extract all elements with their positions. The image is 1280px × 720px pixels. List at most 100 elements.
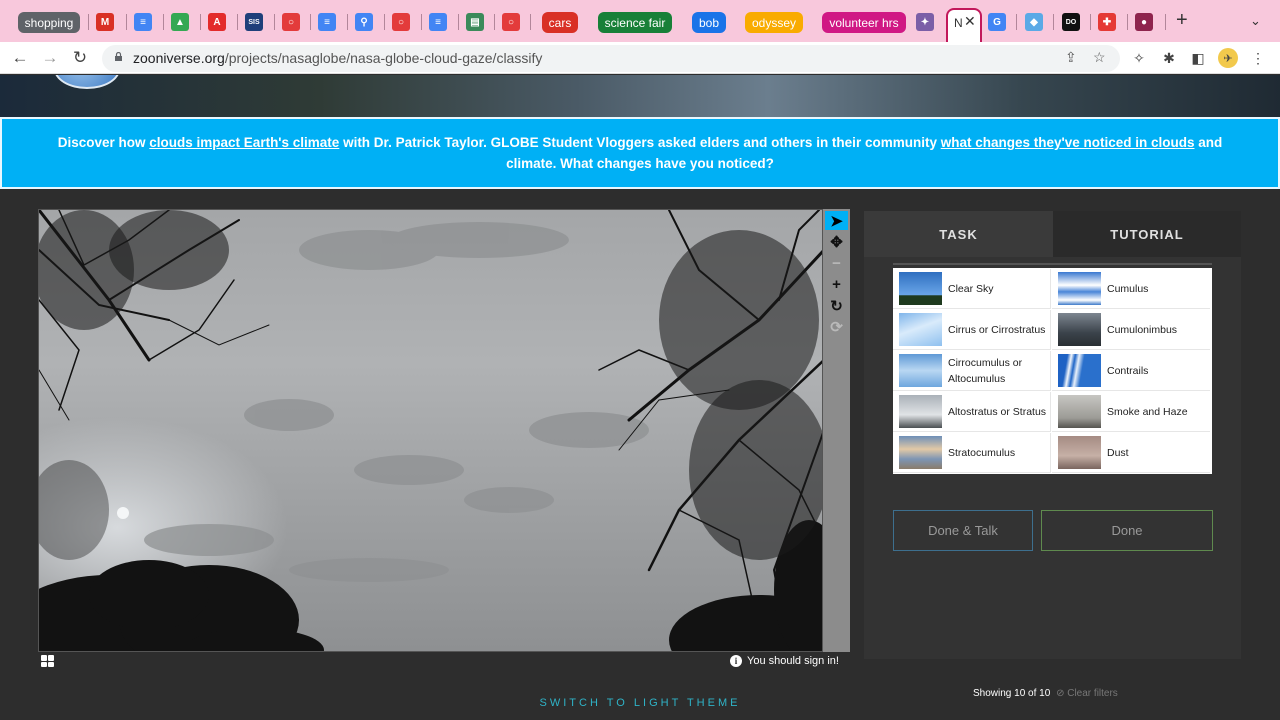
loading-ring-icon[interactable]: ○ (502, 13, 520, 31)
bookmark-star-icon[interactable]: ☆ (1093, 49, 1106, 66)
contrails-thumbnail (1058, 354, 1101, 387)
choice-stratocumulus[interactable]: Stratocumulus (893, 433, 1051, 473)
google-docs-icon[interactable]: ≡ (134, 13, 152, 31)
choice-clear-sky[interactable]: Clear Sky (893, 269, 1051, 309)
medical-cross-icon[interactable]: ✚ (1098, 13, 1116, 31)
reload-icon[interactable]: ↻ (68, 46, 92, 70)
loading-ring-icon[interactable]: ○ (392, 13, 410, 31)
tab-group-cars[interactable]: cars (542, 12, 578, 33)
tab-separator (274, 14, 275, 30)
choice-label: Clear Sky (948, 282, 994, 295)
choice-altostratus-or-stratus[interactable]: Altostratus or Stratus (893, 392, 1051, 432)
extensions-puzzle-icon[interactable]: ✱ (1159, 48, 1179, 68)
tab-tutorial[interactable]: TUTORIAL (1053, 211, 1241, 257)
new-tab-icon[interactable]: + (1176, 9, 1188, 32)
choice-cirrocumulus-or-altocumulus[interactable]: Cirrocumulus or Altocumulus (893, 351, 1051, 391)
tab-separator (421, 14, 422, 30)
choice-label: Contrails (1107, 364, 1149, 377)
choice-cumulonimbus[interactable]: Cumulonimbus (1052, 310, 1210, 350)
cumulus-thumbnail (1058, 272, 1101, 305)
tree-silhouettes (39, 210, 822, 651)
tab-separator (1090, 14, 1091, 30)
choice-smoke-and-haze[interactable]: Smoke and Haze (1052, 392, 1210, 432)
zoom-out-icon[interactable]: − (825, 254, 848, 273)
url-text: zooniverse.org/projects/nasaglobe/nasa-g… (133, 50, 542, 66)
tab-separator (200, 14, 201, 30)
reset-image-icon[interactable]: ⟳ (825, 317, 848, 336)
cloud-type-choices: Clear Sky Cumulus Cirrus or Cirrostratus Cu… (893, 268, 1212, 474)
loading-ring-icon[interactable]: ○ (282, 13, 300, 31)
tab-separator (126, 14, 127, 30)
url-domain: zooniverse.org (133, 50, 225, 66)
choice-label: Stratocumulus (948, 446, 1016, 459)
do-icon[interactable]: DO (1062, 13, 1080, 31)
tab-separator (237, 14, 238, 30)
cumulonimbus-thumbnail (1058, 313, 1101, 346)
google-icon[interactable]: G (988, 13, 1006, 31)
adobe-icon[interactable]: A (208, 13, 226, 31)
changes-noticed-link[interactable]: what changes they've noticed in clouds (941, 135, 1195, 150)
choice-label: Dust (1107, 446, 1129, 459)
choice-dust[interactable]: Dust (1052, 433, 1210, 473)
pointer-tool-icon[interactable]: ➤ (825, 211, 848, 230)
done-button[interactable]: Done (1041, 510, 1213, 551)
gmail-icon[interactable]: M (96, 13, 114, 31)
chevron-down-icon[interactable]: ⌄ (1250, 13, 1261, 29)
rotate-icon[interactable]: ↻ (825, 296, 848, 315)
tab-group-shopping[interactable]: shopping (18, 12, 80, 33)
tab-task[interactable]: TASK (864, 211, 1053, 257)
choice-label: Cumulonimbus (1107, 323, 1178, 336)
choice-cirrus-or-cirrostratus[interactable]: Cirrus or Cirrostratus (893, 310, 1051, 350)
grid-view-icon[interactable] (41, 655, 54, 667)
choice-label: Altostratus or Stratus (948, 405, 1047, 418)
tab-separator (458, 14, 459, 30)
google-docs-icon[interactable]: ≡ (318, 13, 336, 31)
project-header-image (0, 75, 1280, 117)
tab-group-odyssey[interactable]: odyssey (745, 12, 803, 33)
tab-separator (88, 14, 89, 30)
sheets-icon[interactable]: ▤ (466, 13, 484, 31)
sign-in-notice[interactable]: i You should sign in! (730, 655, 839, 667)
profile-circle-icon[interactable]: ● (1135, 13, 1153, 31)
forward-arrow-icon[interactable]: → (38, 46, 62, 70)
switch-light-theme-link[interactable]: SWITCH TO LIGHT THEME (0, 697, 1280, 709)
back-arrow-icon[interactable]: ← (8, 46, 32, 70)
alien-icon[interactable]: ✦ (916, 13, 934, 31)
cirrus-thumbnail (899, 313, 942, 346)
altostratus-thumbnail (899, 395, 942, 428)
announcement-text: Discover how clouds impact Earth's clima… (38, 132, 1242, 174)
active-tab-title: N (954, 16, 963, 30)
subject-image[interactable] (38, 209, 823, 652)
close-tab-icon[interactable]: ✕ (964, 13, 976, 30)
profile-avatar-icon[interactable]: ✈ (1218, 48, 1238, 68)
dust-thumbnail (1058, 436, 1101, 469)
tab-separator (530, 14, 531, 30)
google-drive-icon[interactable]: ▲ (171, 13, 189, 31)
done-and-talk-button[interactable]: Done & Talk (893, 510, 1033, 551)
search-icon[interactable]: ⚲ (355, 13, 373, 31)
project-logo[interactable] (54, 75, 120, 89)
share-icon[interactable]: ⇪ (1065, 49, 1077, 66)
address-bar[interactable]: zooniverse.org/projects/nasaglobe/nasa-g… (102, 45, 1120, 72)
google-docs-icon[interactable]: ≡ (429, 13, 447, 31)
tab-group-bob[interactable]: bob (692, 12, 726, 33)
tab-separator (494, 14, 495, 30)
tab-separator (1165, 14, 1166, 30)
clouds-climate-link[interactable]: clouds impact Earth's climate (149, 135, 339, 150)
choice-cumulus[interactable]: Cumulus (1052, 269, 1210, 309)
puzzle-app-icon[interactable]: ◆ (1025, 13, 1043, 31)
tab-separator (1127, 14, 1128, 30)
active-tab[interactable]: N ✕ (946, 8, 982, 42)
choice-contrails[interactable]: Contrails (1052, 351, 1210, 391)
extension-icon[interactable]: ✧ (1129, 48, 1149, 68)
tab-separator (1053, 14, 1054, 30)
choice-label: Smoke and Haze (1107, 405, 1188, 418)
browser-menu-icon[interactable]: ⋮ (1248, 48, 1268, 68)
side-panel-icon[interactable]: ◧ (1188, 48, 1208, 68)
zoom-in-icon[interactable]: + (825, 275, 848, 294)
move-tool-icon[interactable]: ✥ (825, 232, 848, 251)
info-icon: i (730, 655, 742, 667)
tab-group-science-fair[interactable]: science fair (598, 12, 672, 33)
tab-group-volunteer-hrs[interactable]: volunteer hrs (822, 12, 906, 33)
sis-icon[interactable]: SIS (245, 13, 263, 31)
